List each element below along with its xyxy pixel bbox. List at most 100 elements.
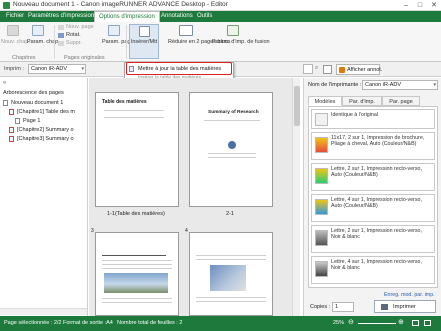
template-label: Lettre, 2 sur 1, Impression recto-verso,…	[331, 166, 422, 179]
zoom-out-icon[interactable]: ⊖	[348, 318, 354, 326]
ribbon: Nouv. chap. Param. chap. Chapitres Nouv.…	[0, 22, 441, 62]
text-line	[102, 298, 172, 299]
text-line	[196, 297, 266, 298]
horizontal-scrollbar[interactable]	[0, 308, 87, 315]
tab-modeles[interactable]: Modèles	[308, 96, 342, 106]
delete-button[interactable]: Suppr.	[66, 40, 82, 46]
template-label: Lettre, 2 sur 1, Impression recto-verso,…	[331, 228, 422, 241]
tab-options-impression[interactable]: Options d'impression	[94, 11, 160, 22]
insert-toc-button[interactable]: Insérer/Mtt	[129, 39, 159, 45]
new-page-button[interactable]: Nouv. page	[66, 24, 94, 30]
new-chapter-button[interactable]: Nouv. chap.	[1, 39, 30, 45]
template-card[interactable]: Lettre, 4 sur 1, Impression recto-verso,…	[311, 256, 435, 284]
register-template-link[interactable]: Enreg. mod. par. imp.	[384, 292, 435, 298]
print-settings-panel: Nom de l'imprimante : Canon iR-ADV ▾ Mod…	[303, 78, 441, 316]
template-label: Lettre, 4 sur 1, Impression recto-verso,…	[331, 259, 422, 272]
printer-name-select[interactable]: Canon iR-ADV ▾	[362, 80, 438, 90]
text-line	[102, 302, 172, 303]
print-button[interactable]: Imprimer	[374, 300, 436, 313]
printer-label: Imprim :	[4, 66, 24, 72]
page-settings-button[interactable]: Param. page	[102, 39, 134, 45]
search-box[interactable]	[303, 64, 313, 74]
close-button[interactable]: ✕	[427, 0, 441, 11]
chevron-down-icon: ▾	[433, 82, 436, 88]
zoom-level: 25%	[333, 320, 345, 326]
text-line	[102, 255, 166, 256]
template-icon	[315, 113, 328, 126]
chapter-icon	[9, 136, 14, 142]
printer-select[interactable]: Canon iR-ADV ▾	[28, 64, 86, 74]
tree-item-chapter2[interactable]: [Chapitre2] Summary o	[17, 127, 74, 133]
logo-icon	[228, 141, 236, 149]
template-card[interactable]: Lettre, 2 sur 1, Impression recto-verso,…	[311, 225, 435, 253]
window-title: Nouveau document 1 - Canon imageRUNNER A…	[13, 1, 228, 8]
merge-print-settings-button[interactable]: Param. d'imp. de fusion	[212, 39, 270, 45]
reduce-2-pages-button[interactable]: Réduire en 2 pages blocs	[168, 39, 230, 45]
page-thumbnail-summary[interactable]: Summary of Research	[189, 92, 273, 207]
status-selected-page: Page sélectionnée : 2/2	[4, 320, 62, 326]
page-thumbnail-toc[interactable]: Table des matières	[95, 92, 179, 207]
zoom-in-icon[interactable]: ⊕	[398, 318, 404, 326]
template-card[interactable]: Lettre, 2 sur 1, Impression recto-verso,…	[311, 163, 435, 191]
page-caption: 1-1(Table des matières)	[107, 211, 165, 217]
group-label-chapitres: Chapitres	[12, 55, 36, 61]
tree-item-page1[interactable]: Page 1	[23, 118, 40, 124]
tab-parametres-impression[interactable]: Paramètres d'impression	[24, 11, 98, 22]
page-thumbnail-4[interactable]	[189, 232, 273, 316]
copies-input[interactable]: 1	[332, 302, 354, 312]
template-label: 11x17, 2 sur 1, Impression de brochure, …	[331, 135, 425, 148]
tab-par-imp[interactable]: Par. d'imp.	[342, 96, 382, 106]
template-card[interactable]: 11x17, 2 sur 1, Impression de brochure, …	[311, 132, 435, 160]
new-chapter-icon	[7, 25, 19, 36]
template-icon	[315, 230, 328, 246]
toc-line	[104, 117, 164, 118]
text-line	[102, 260, 172, 261]
tree-item-document[interactable]: Nouveau document 1	[11, 100, 63, 106]
template-icon	[315, 137, 328, 153]
group-separator	[54, 25, 55, 59]
text-line	[102, 264, 172, 265]
page-thumbnail-3[interactable]	[95, 232, 179, 316]
rotate-button[interactable]: Rotat.	[66, 32, 81, 38]
display-annotations-button[interactable]: Afficher annot.	[336, 64, 382, 75]
fit-width-icon[interactable]	[424, 320, 431, 326]
fit-page-icon[interactable]	[412, 320, 419, 326]
title-bar: Nouveau document 1 - Canon imageRUNNER A…	[0, 0, 441, 11]
printer-name-label: Nom de l'imprimante :	[308, 82, 362, 88]
zoom-slider[interactable]	[358, 323, 396, 324]
template-label: Lettre, 4 sur 1, Impression recto-verso,…	[331, 197, 422, 210]
text-line	[196, 259, 266, 260]
search-icon[interactable]: ⌕	[315, 65, 318, 72]
page-tree-title: Arborescence des pages	[3, 90, 64, 96]
scrollbar-thumb[interactable]	[294, 86, 300, 126]
printer-name-value: Canon iR-ADV	[365, 82, 402, 88]
group-separator	[126, 25, 127, 59]
maximize-button[interactable]: □	[413, 0, 427, 11]
annotation-icon	[339, 67, 345, 73]
template-icon	[315, 199, 328, 215]
tree-item-chapter3[interactable]: [Chapitre3] Summary o	[17, 136, 74, 142]
highlight-box	[126, 62, 232, 75]
tree-item-chapter1[interactable]: [Chapitre1] Table des m	[17, 109, 75, 115]
zoom-box[interactable]	[323, 65, 332, 74]
tab-outils[interactable]: Outils	[193, 11, 216, 22]
vertical-scrollbar[interactable]	[292, 78, 300, 316]
tab-par-page[interactable]: Par. page	[382, 96, 420, 106]
text-line	[102, 268, 172, 269]
page-preview-area: Table des matières 1-1(Table des matière…	[89, 78, 300, 316]
template-card[interactable]: Lettre, 4 sur 1, Impression recto-verso,…	[311, 194, 435, 222]
text-line	[196, 255, 266, 256]
merge-print-settings-icon	[227, 25, 239, 36]
tab-annotations[interactable]: Annotations	[157, 11, 197, 22]
template-list: Identique à l'original 11x17, 2 sur 1, I…	[308, 106, 438, 288]
expand-icon[interactable]: «	[3, 80, 6, 86]
chapter-settings-button[interactable]: Param. chap.	[27, 39, 60, 45]
page-title: Table des matières	[102, 99, 147, 105]
chapter-icon	[9, 109, 14, 115]
text-line	[208, 153, 256, 154]
template-card[interactable]: Identique à l'original	[311, 109, 435, 129]
page-icon	[15, 118, 20, 124]
minimize-button[interactable]: –	[399, 0, 413, 11]
template-icon	[315, 168, 328, 184]
text-line	[208, 157, 256, 158]
